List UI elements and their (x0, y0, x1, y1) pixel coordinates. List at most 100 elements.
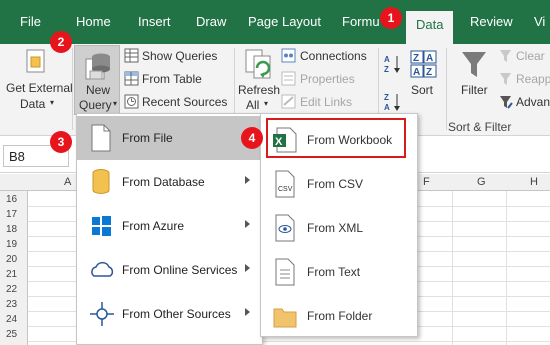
reapply-icon (500, 73, 511, 85)
external-data-icon (26, 49, 45, 73)
svg-text:A: A (384, 55, 390, 64)
refresh-icon (245, 49, 271, 79)
get-external-label-1: Get External (6, 81, 73, 95)
show-queries-label: Show Queries (142, 49, 218, 63)
text-file-icon (275, 258, 295, 286)
column-header-f[interactable]: F (423, 176, 430, 188)
row-headers: 16 17 18 19 20 21 22 23 24 25 (0, 191, 28, 345)
menu-item-label: From File (122, 131, 173, 145)
properties-icon (281, 71, 296, 86)
svg-text:A: A (426, 53, 433, 64)
tab-insert[interactable]: Insert (138, 14, 171, 29)
ribbon-tab-bar: File Home Insert Draw Page Layout Formu … (0, 0, 550, 44)
row-header[interactable]: 17 (6, 209, 17, 220)
database-icon (92, 169, 110, 194)
row-header[interactable]: 23 (6, 299, 17, 310)
submenu-arrow-icon (245, 264, 250, 272)
step-badge-2: 2 (50, 31, 72, 53)
menu-item-from-database[interactable]: From Database (77, 160, 262, 204)
tab-file[interactable]: File (20, 14, 41, 29)
tab-draw[interactable]: Draw (196, 14, 226, 29)
gridline (506, 191, 507, 345)
show-queries-icon (124, 48, 139, 63)
column-header-a[interactable]: A (64, 176, 71, 188)
menu-item-label: From Database (122, 175, 205, 189)
filter-label: Filter (461, 83, 488, 97)
tab-formulas[interactable]: Formu (342, 14, 380, 29)
step-badge-4: 4 (241, 127, 263, 149)
row-header[interactable]: 16 (6, 194, 17, 205)
menu-item-from-other-sources[interactable]: From Other Sources (77, 292, 262, 336)
menu-item-from-file[interactable]: From File (77, 116, 262, 160)
svg-text:A: A (384, 103, 390, 112)
row-header[interactable]: 24 (6, 314, 17, 325)
svg-text:A: A (413, 67, 420, 78)
xml-icon (275, 214, 295, 242)
folder-icon (273, 308, 297, 328)
submenu-arrow-icon (245, 220, 250, 228)
tab-view[interactable]: Vi (534, 14, 545, 29)
new-query-menu: From File From Database From Azure From … (76, 113, 263, 345)
submenu-arrow-icon (245, 176, 250, 184)
refresh-label-1: Refresh (238, 83, 281, 97)
sort-dialog-icon: Z A A Z (410, 50, 437, 78)
tab-page-layout[interactable]: Page Layout (248, 14, 321, 29)
tab-home[interactable]: Home (76, 14, 111, 29)
properties-label: Properties (300, 72, 355, 86)
reapply-label: Reapp (516, 72, 550, 86)
separator (72, 48, 73, 130)
dropdown-arrow-icon: ▾ (264, 99, 269, 108)
highlight-box (266, 118, 406, 158)
new-query-icon (85, 53, 110, 80)
clear-label: Clear (516, 49, 545, 63)
submenu-arrow-icon (245, 308, 250, 316)
tab-review[interactable]: Review (470, 14, 513, 29)
row-header[interactable]: 21 (6, 269, 17, 280)
csv-icon: CSV (275, 170, 295, 198)
gridline (452, 191, 453, 345)
column-header-h[interactable]: H (530, 176, 538, 188)
get-external-label-2: Data (20, 97, 46, 111)
cloud-icon (91, 261, 114, 277)
table-icon (124, 71, 139, 86)
row-header[interactable]: 25 (6, 329, 17, 340)
menu-item-label: From XML (307, 221, 364, 235)
svg-text:CSV: CSV (278, 186, 293, 193)
menu-item-label: From Folder (307, 309, 373, 323)
dropdown-arrow-icon: ▾ (113, 99, 118, 108)
menu-item-from-online-services[interactable]: From Online Services (77, 248, 262, 292)
edit-links-label: Edit Links (300, 95, 353, 109)
menu-item-from-xml[interactable]: From XML (261, 206, 417, 250)
new-query-label-2: Query (79, 98, 112, 112)
menu-item-from-csv[interactable]: CSV From CSV (261, 162, 417, 206)
step-badge-1: 1 (380, 7, 402, 29)
sort-label: Sort (411, 83, 434, 97)
menu-item-label: From CSV (307, 177, 364, 191)
sort-az-icon: A Z (384, 55, 400, 74)
tab-data[interactable]: Data (406, 11, 454, 44)
menu-item-label: From Other Sources (122, 307, 231, 321)
from-table-label: From Table (142, 72, 202, 86)
svg-text:Z: Z (426, 67, 432, 78)
advanced-filter-icon (500, 96, 513, 109)
column-header-g[interactable]: G (477, 176, 486, 188)
menu-item-from-text[interactable]: From Text (261, 250, 417, 294)
filter-funnel-icon (462, 52, 486, 77)
azure-icon (92, 216, 111, 236)
row-header[interactable]: 20 (6, 254, 17, 265)
row-header[interactable]: 22 (6, 284, 17, 295)
menu-item-from-azure[interactable]: From Azure (77, 204, 262, 248)
dropdown-arrow-icon: ▾ (50, 98, 55, 107)
menu-item-label: From Online Services (122, 263, 238, 277)
row-header[interactable]: 18 (6, 224, 17, 235)
connections-label: Connections (300, 49, 367, 63)
recent-sources-label: Recent Sources (142, 95, 228, 109)
separator (446, 48, 447, 130)
menu-item-label: From Azure (122, 219, 185, 233)
clear-filter-icon (500, 50, 511, 62)
menu-item-from-folder[interactable]: From Folder (261, 294, 417, 338)
file-icon (91, 124, 111, 152)
edit-links-icon (281, 94, 296, 109)
row-header[interactable]: 19 (6, 239, 17, 250)
advanced-label: Advan (516, 95, 550, 109)
